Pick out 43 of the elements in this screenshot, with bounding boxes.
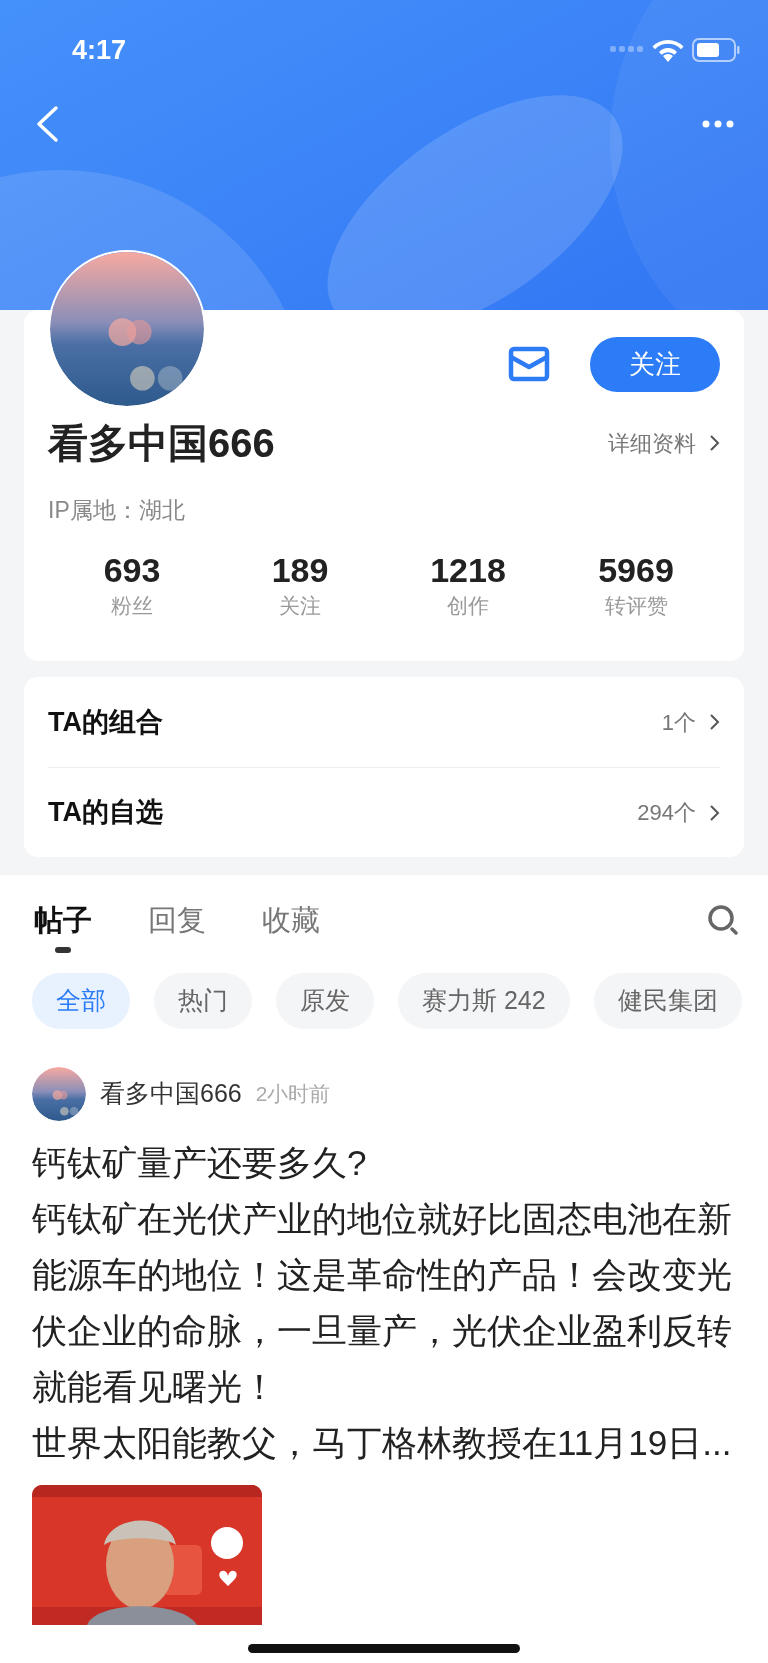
stat-label: 转评赞 (604, 592, 668, 619)
message-icon[interactable] (508, 346, 550, 382)
tab[interactable]: 收藏 (262, 899, 320, 953)
tab[interactable]: 帖子 (34, 899, 92, 953)
search-icon[interactable] (706, 903, 740, 937)
details-link[interactable]: 详细资料 (608, 426, 720, 460)
stat-value: 693 (103, 549, 161, 590)
author-name: 看多中国666 (100, 1078, 242, 1110)
back-icon[interactable] (34, 105, 60, 143)
stat-value: 189 (271, 549, 329, 590)
filter-chip[interactable]: 原发 (276, 973, 374, 1029)
list-row[interactable]: TA的组合 1个 (48, 677, 720, 767)
battery-icon (692, 38, 740, 62)
chevron-right-icon (708, 433, 720, 453)
post-text: 世界太阳能教父，马丁格林教授在11月19日... (32, 1422, 732, 1464)
stat-value: 5969 (598, 549, 674, 590)
filter-chip[interactable]: 赛力斯 242 (398, 973, 570, 1029)
tab[interactable]: 回复 (148, 899, 206, 953)
status-time: 4:17 (72, 33, 127, 67)
row-label: TA的组合 (48, 705, 163, 739)
signal-icon (610, 46, 644, 54)
filter-chip[interactable]: 健民集团 (593, 973, 742, 1029)
author-avatar (32, 1067, 86, 1121)
list-row[interactable]: TA的自选 294个 (48, 767, 720, 857)
more-icon[interactable] (702, 120, 734, 128)
chevron-right-icon (708, 802, 720, 823)
post-text: 钙钛矿在光伏产业的地位就好比固态电池在新能源车的地位！这是革命性的产品！会改变光伏企业的命脉，一旦量产，光伏企业盈利反转就能看见曙光！ (32, 1198, 732, 1408)
row-count: 1个 (661, 708, 696, 737)
stat-label: 关注 (279, 592, 321, 619)
ip-location: IP属地：湖北 (48, 496, 186, 525)
follow-button[interactable]: 关注 (590, 336, 720, 392)
post-text: 钙钛矿量产还要多久? (32, 1142, 368, 1184)
chevron-right-icon (708, 712, 720, 732)
row-count: 294个 (637, 799, 696, 827)
row-label: TA的自选 (48, 796, 163, 830)
stat-value: 1218 (430, 549, 506, 590)
wifi-icon (652, 38, 684, 62)
filter-chip[interactable]: 全部 (32, 973, 130, 1029)
profile-name: 看多中国666 (48, 420, 275, 467)
filter-chip[interactable]: 热门 (154, 973, 252, 1029)
post-time: 2小时前 (255, 1081, 331, 1108)
stat-label: 创作 (447, 592, 489, 619)
stat-label: 粉丝 (111, 592, 153, 619)
